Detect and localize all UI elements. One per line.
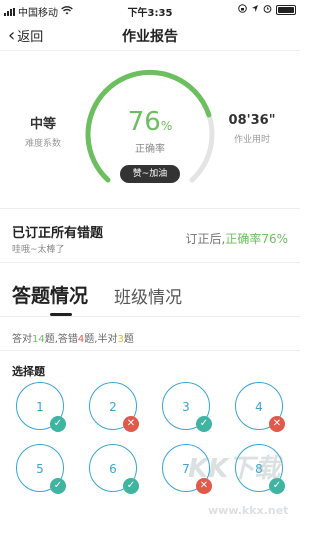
lock-rotation-icon [238,4,247,16]
check-icon: ✓ [50,478,66,494]
correct-count: 14 [32,334,45,345]
cross-icon: ✕ [123,416,139,432]
watermark: KK下载 www.kkx.net [188,448,300,533]
alarm-icon [263,4,272,16]
page-title: 作业报告 [122,29,178,45]
accuracy-unit: % [160,119,173,133]
question-item[interactable]: 1 ✓ [16,382,66,432]
accuracy-value: 76% [78,107,222,137]
tab-class[interactable]: 班级情况 [114,283,182,308]
time-label: 作业用时 [233,135,270,145]
question-number: 4 [255,400,263,414]
time-value: 08'36" [228,113,276,128]
time-stat: 08'36" 作业用时 [222,113,282,145]
tab-answers[interactable]: 答题情况 [12,281,88,316]
nav-bar: ‹ 返回 作业报告 [0,20,300,50]
accuracy-label: 正确率 [135,144,165,155]
fixed-title: 已订正所有错题 [12,226,104,241]
fixed-accuracy-value: 正确率76% [225,232,288,246]
question-number: 1 [36,400,44,414]
difficulty-value: 中等 [29,117,56,132]
question-item[interactable]: 3 ✓ [162,382,212,432]
status-bar: 中国移动 下午3:35 [0,0,300,20]
fixed-accuracy: 订正后,正确率76% [185,230,288,247]
check-icon: ✓ [196,416,212,432]
question-item[interactable]: 6 ✓ [89,444,139,494]
cross-icon: ✕ [269,416,285,432]
question-number: 5 [36,462,44,476]
tab-underline-divider [0,316,300,317]
question-item[interactable]: 5 ✓ [16,444,66,494]
summary-divider [0,350,300,351]
summary-text: 题,答错 [44,334,78,345]
question-number: 6 [109,462,117,476]
battery-icon [276,5,296,15]
difficulty-stat: 中等 难度系数 [18,113,68,149]
fixed-subtitle: 哇哦~太棒了 [12,245,65,255]
summary-text: 题 [123,334,134,345]
check-icon: ✓ [50,416,66,432]
check-icon: ✓ [123,478,139,494]
location-icon [251,4,259,16]
watermark-url: www.kkx.net [208,504,289,517]
nav-divider [0,50,300,51]
accuracy-number: 76 [127,107,161,137]
question-item[interactable]: 2 ✕ [89,382,139,432]
tabs-divider [0,262,300,263]
question-number: 2 [109,400,117,414]
tab-bar: 答题情况 班级情况 [12,276,182,316]
section-divider [0,208,300,209]
answer-summary: 答对14题,答错4题,半对3题 [12,330,134,345]
cheer-button[interactable]: 赞~加油 [120,165,180,183]
summary-text: 答对 [12,334,32,345]
question-number: 3 [182,400,190,414]
question-item[interactable]: 4 ✕ [235,382,285,432]
difficulty-label: 难度系数 [24,139,61,149]
summary-text: 题,半对 [84,334,118,345]
fixed-accuracy-prefix: 订正后, [185,232,226,246]
watermark-text: KK下载 [188,454,281,484]
status-right [238,4,296,16]
section-title: 选择题 [12,365,45,378]
